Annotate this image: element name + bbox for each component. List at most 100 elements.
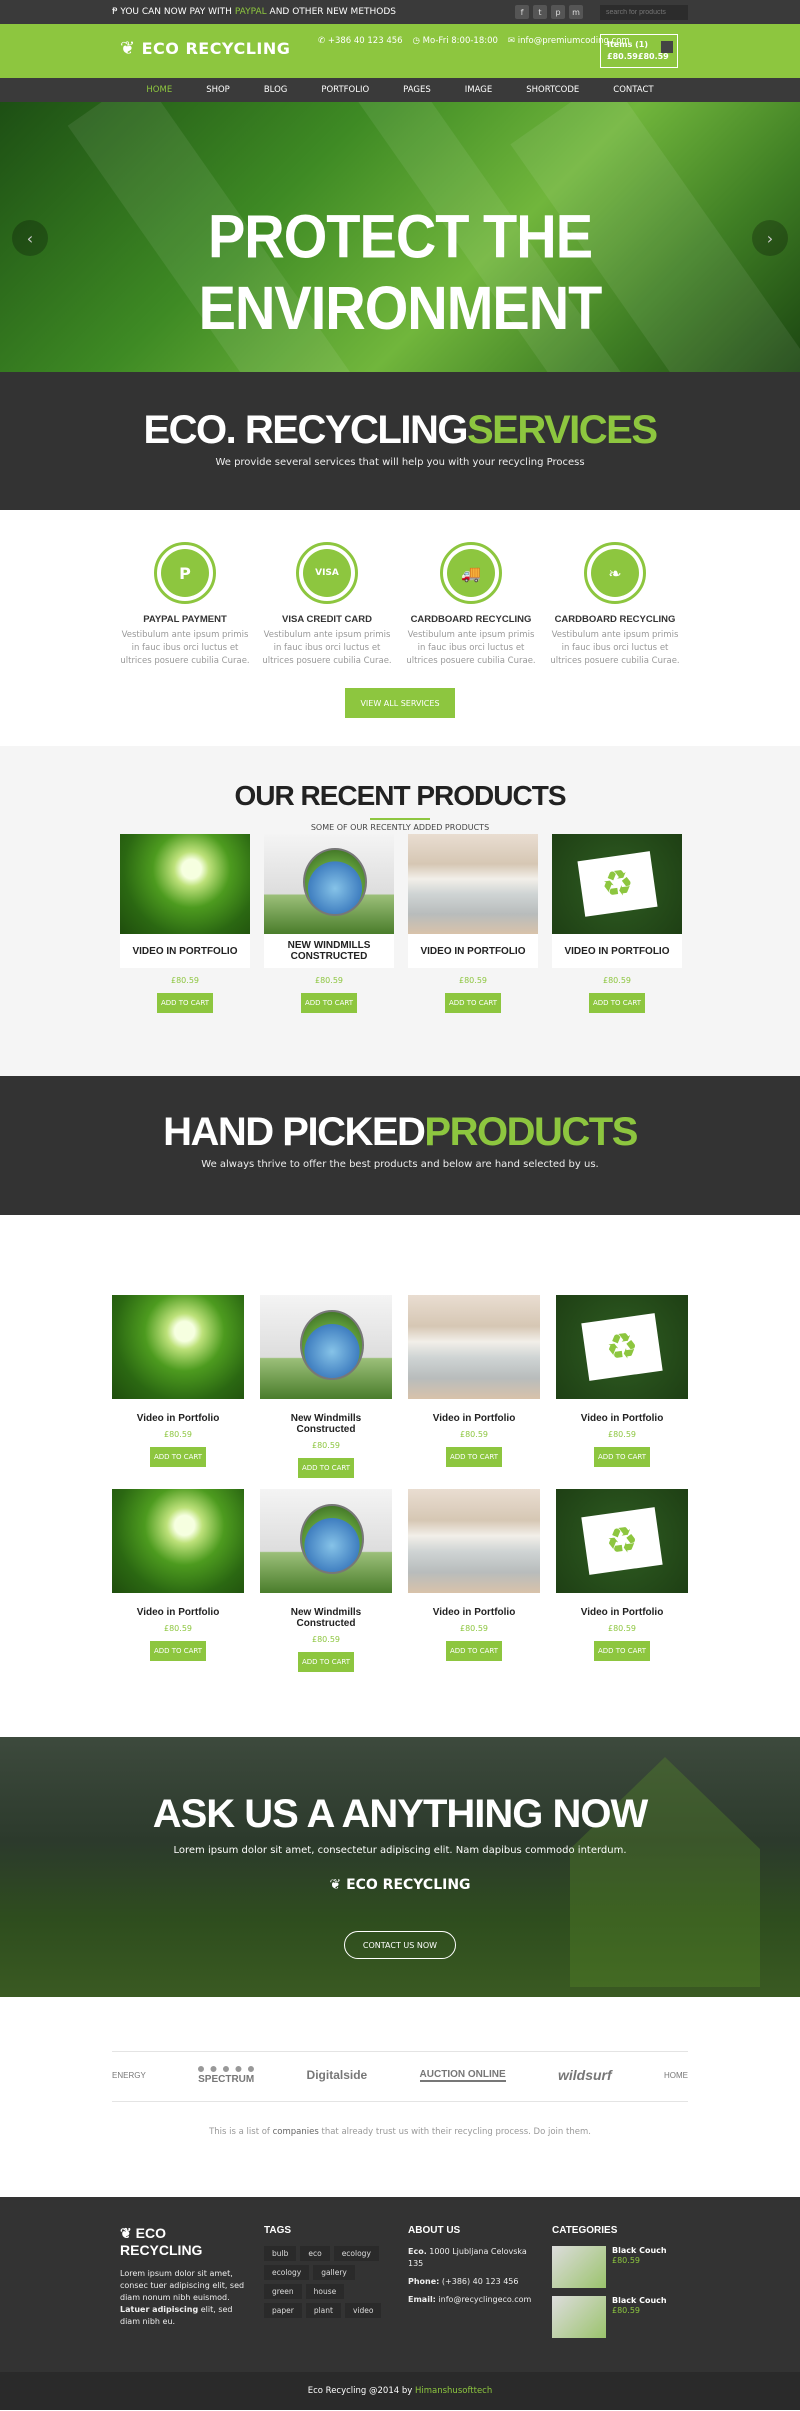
footer-categories: CATEGORIES Black Couch £80.59 Black Couch… (552, 2225, 667, 2346)
hand-product-card[interactable]: New Windmills Constructed £80.59 ADD TO … (260, 1489, 392, 1672)
recent-product-card[interactable]: VIDEO IN PORTFOLIO £80.59 ADD TO CART (120, 834, 250, 1013)
hand-product-card[interactable]: Video in Portfolio £80.59 ADD TO CART (408, 1489, 540, 1661)
add-to-cart-button[interactable]: ADD TO CART (150, 1447, 206, 1467)
hand-product-card[interactable]: ♻ Video in Portfolio £80.59 ADD TO CART (556, 1489, 688, 1661)
product-image[interactable] (112, 1489, 244, 1593)
nav-pages[interactable]: PAGES (386, 85, 448, 95)
nav-shortcode[interactable]: SHORTCODE (509, 85, 596, 95)
recent-product-card[interactable]: NEW WINDMILLS CONSTRUCTED £80.59 ADD TO … (264, 834, 394, 1013)
service-cardboard-2: ❧ CARDBOARD RECYCLING Vestibulum ante ip… (550, 542, 680, 668)
hand-product-card[interactable]: Video in Portfolio £80.59 ADD TO CART (408, 1295, 540, 1467)
product-image[interactable]: ♻ (552, 834, 682, 934)
product-name[interactable]: VIDEO IN PORTFOLIO (408, 934, 538, 968)
partner-logo[interactable]: AUCTION ONLINE (419, 2069, 506, 2082)
hand-picked-products-section: Video in Portfolio £80.59 ADD TO CART Ne… (0, 1215, 800, 1737)
recent-product-card[interactable]: VIDEO IN PORTFOLIO £80.59 ADD TO CART (408, 834, 538, 1013)
product-name[interactable]: Video in Portfolio (556, 1413, 688, 1424)
add-to-cart-button[interactable]: ADD TO CART (594, 1447, 650, 1467)
footer-email-link[interactable]: info@recyclingeco.com (438, 2295, 531, 2304)
nav-portfolio[interactable]: PORTFOLIO (304, 85, 386, 95)
product-image[interactable] (408, 1295, 540, 1399)
services-subtitle: We provide several services that will he… (215, 457, 585, 468)
product-name[interactable]: Video in Portfolio (408, 1413, 540, 1424)
hand-product-card[interactable]: ♻ Video in Portfolio £80.59 ADD TO CART (556, 1295, 688, 1467)
product-price: £80.59 (608, 1624, 636, 1633)
add-to-cart-button[interactable]: ADD TO CART (157, 993, 213, 1013)
product-name[interactable]: New Windmills Constructed (260, 1607, 392, 1629)
product-image[interactable]: ♻ (556, 1295, 688, 1399)
product-image[interactable] (264, 834, 394, 934)
hand-product-card[interactable]: New Windmills Constructed £80.59 ADD TO … (260, 1295, 392, 1478)
product-name[interactable]: VIDEO IN PORTFOLIO (552, 934, 682, 968)
tag[interactable]: ecology (264, 2265, 310, 2280)
mail-icon[interactable]: m (569, 5, 583, 19)
tag[interactable]: house (305, 2284, 345, 2299)
add-to-cart-button[interactable]: ADD TO CART (298, 1652, 354, 1672)
footer-contact: ABOUT US Eco. 1000 Ljubljana Celovska 13… (408, 2225, 538, 2306)
add-to-cart-button[interactable]: ADD TO CART (446, 1447, 502, 1467)
tag[interactable]: gallery (313, 2265, 355, 2280)
pinterest-icon[interactable]: p (551, 5, 565, 19)
partner-logo[interactable]: ENERGY (112, 2071, 146, 2080)
cart-widget[interactable]: Items (1) £80.59£80.59 (600, 34, 678, 68)
product-image[interactable] (408, 834, 538, 934)
product-name[interactable]: NEW WINDMILLS CONSTRUCTED (264, 934, 394, 968)
product-name[interactable]: Video in Portfolio (556, 1607, 688, 1618)
nav-shop[interactable]: SHOP (189, 85, 247, 95)
add-to-cart-button[interactable]: ADD TO CART (594, 1641, 650, 1661)
product-image[interactable]: ♻ (556, 1489, 688, 1593)
nav-blog[interactable]: BLOG (247, 85, 305, 95)
view-all-services-button[interactable]: VIEW ALL SERVICES (345, 688, 455, 718)
tag[interactable]: bulb (264, 2246, 297, 2261)
search-input[interactable] (600, 5, 688, 20)
hand-product-card[interactable]: Video in Portfolio £80.59 ADD TO CART (112, 1295, 244, 1467)
product-image[interactable] (260, 1295, 392, 1399)
twitter-icon[interactable]: t (533, 5, 547, 19)
product-name[interactable]: Video in Portfolio (112, 1607, 244, 1618)
add-to-cart-button[interactable]: ADD TO CART (446, 1641, 502, 1661)
add-to-cart-button[interactable]: ADD TO CART (301, 993, 357, 1013)
product-name[interactable]: New Windmills Constructed (260, 1413, 392, 1435)
tag[interactable]: ecology (333, 2246, 379, 2261)
category-item[interactable]: Black Couch £80.59 (552, 2296, 667, 2338)
partner-logo[interactable]: HOME (664, 2071, 688, 2080)
nav-contact[interactable]: CONTACT (596, 85, 670, 95)
category-thumbnail[interactable] (552, 2246, 606, 2288)
phone-info: ✆ +386 40 123 456 (318, 36, 403, 46)
product-image[interactable] (112, 1295, 244, 1399)
add-to-cart-button[interactable]: ADD TO CART (589, 993, 645, 1013)
category-item[interactable]: Black Couch £80.59 (552, 2246, 667, 2288)
nav-image[interactable]: IMAGE (448, 85, 509, 95)
product-image[interactable] (120, 834, 250, 934)
partner-logo[interactable]: SPECTRUM (198, 2065, 255, 2085)
tag[interactable]: video (344, 2303, 382, 2318)
nav-home[interactable]: HOME (129, 85, 189, 95)
slider-prev-arrow-icon[interactable]: ‹ (12, 220, 48, 256)
add-to-cart-button[interactable]: ADD TO CART (445, 993, 501, 1013)
category-thumbnail[interactable] (552, 2296, 606, 2338)
partner-logo[interactable]: Digitalside (307, 2068, 368, 2082)
facebook-icon[interactable]: f (515, 5, 529, 19)
recent-product-card[interactable]: ♻ VIDEO IN PORTFOLIO £80.59 ADD TO CART (552, 834, 682, 1013)
contact-us-button[interactable]: CONTACT US NOW (344, 1931, 456, 1959)
partner-logo[interactable]: wildsurf (558, 2067, 612, 2083)
add-to-cart-button[interactable]: ADD TO CART (150, 1641, 206, 1661)
product-name[interactable]: Video in Portfolio (112, 1413, 244, 1424)
tag[interactable]: green (264, 2284, 302, 2299)
service-title: VISA CREDIT CARD (282, 614, 372, 625)
tag[interactable]: paper (264, 2303, 302, 2318)
tag[interactable]: eco (300, 2246, 330, 2261)
product-name[interactable]: Video in Portfolio (408, 1607, 540, 1618)
product-name[interactable]: VIDEO IN PORTFOLIO (120, 934, 250, 968)
product-image[interactable] (260, 1489, 392, 1593)
ask-title: ASK US A ANYTHING NOW (152, 1792, 649, 1836)
hand-picked-title: HAND PICKEDPRODUCTS (163, 1110, 638, 1154)
add-to-cart-button[interactable]: ADD TO CART (298, 1458, 354, 1478)
copyright-link[interactable]: Himanshusofttech (415, 2386, 492, 2396)
hand-product-card[interactable]: Video in Portfolio £80.59 ADD TO CART (112, 1489, 244, 1661)
product-image[interactable] (408, 1489, 540, 1593)
logo[interactable]: ❦ ECO RECYCLING (120, 38, 290, 59)
tag[interactable]: plant (305, 2303, 341, 2318)
service-title: CARDBOARD RECYCLING (554, 614, 676, 625)
slider-next-arrow-icon[interactable]: › (752, 220, 788, 256)
